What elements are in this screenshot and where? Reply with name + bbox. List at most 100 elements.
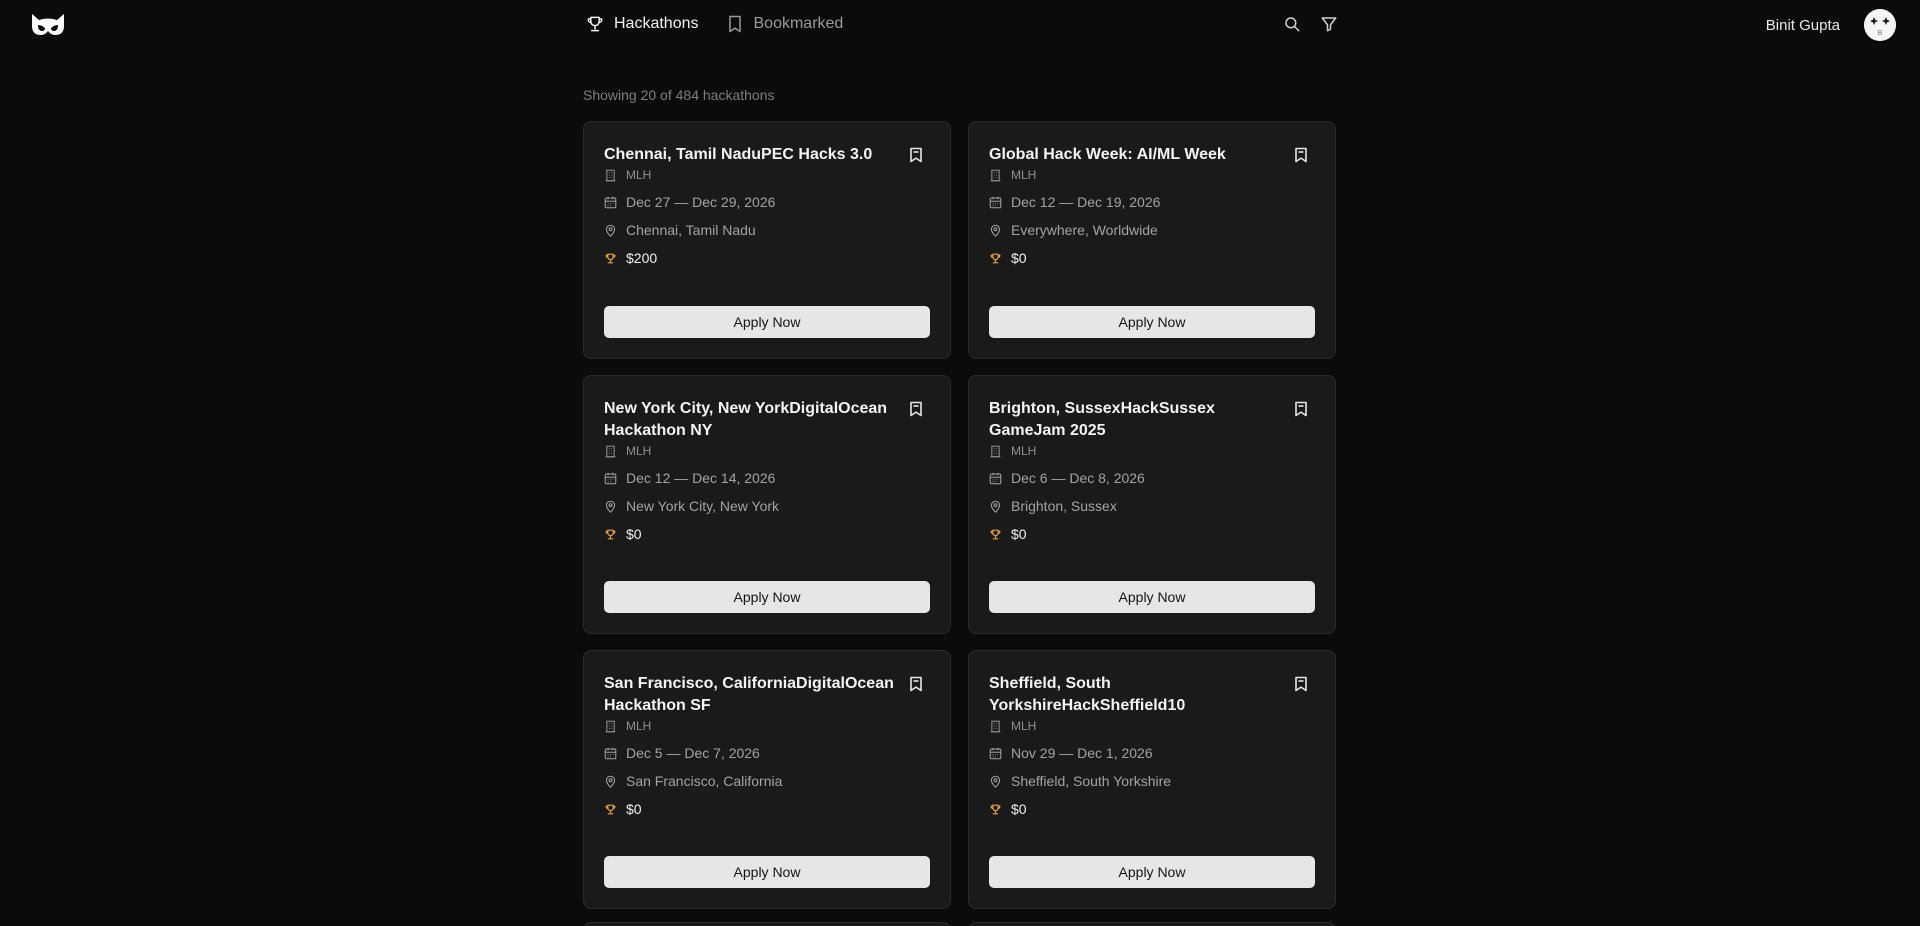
calendar-icon (989, 472, 1002, 484)
map-pin-icon (990, 500, 1001, 513)
location-text: Brighton, Sussex (1011, 498, 1117, 514)
location-text: Everywhere, Worldwide (1011, 222, 1158, 238)
map-pin-icon (605, 500, 616, 513)
prize-amount: $0 (1011, 801, 1027, 817)
nav-hackathons[interactable]: Hackathons (585, 14, 699, 34)
date-range: Dec 6 — Dec 8, 2026 (1011, 470, 1145, 486)
prize-row: $200 (604, 250, 930, 266)
hackathon-title[interactable]: Chennai, Tamil NaduPEC Hacks 3.0 (604, 144, 894, 166)
location-row: Sheffield, South Yorkshire (989, 773, 1315, 789)
hackathon-title[interactable]: New York City, New YorkDigitalOcean Hack… (604, 398, 894, 442)
prize-amount: $0 (1011, 526, 1027, 542)
map-pin-icon (990, 775, 1001, 788)
apply-now-button[interactable]: Apply Now (604, 856, 930, 888)
hackathon-title[interactable]: Brighton, SussexHackSussex GameJam 2025 (989, 398, 1279, 442)
calendar-icon (604, 747, 617, 759)
trophy-icon (605, 804, 616, 814)
apply-now-button[interactable]: Apply Now (989, 581, 1315, 613)
organizer-row: MLH (989, 719, 1315, 733)
hackathon-title[interactable]: Global Hack Week: AI/ML Week (989, 144, 1279, 166)
prize-row: $0 (604, 526, 930, 542)
hackathon-title[interactable]: Sheffield, South YorkshireHackSheffield1… (989, 673, 1279, 717)
location-row: Chennai, Tamil Nadu (604, 222, 930, 238)
organizer-label: MLH (626, 168, 652, 182)
calendar-icon (604, 196, 617, 208)
bookmark-icon[interactable] (909, 401, 923, 417)
search-icon[interactable] (1283, 15, 1301, 33)
hackathon-card: Sheffield, South YorkshireHackSheffield1… (968, 650, 1336, 909)
calendar-icon (989, 747, 1002, 759)
building-icon (605, 445, 616, 457)
prize-amount: $0 (626, 801, 642, 817)
filter-icon[interactable] (1320, 15, 1338, 33)
trophy-icon (990, 253, 1001, 263)
apply-now-button[interactable]: Apply Now (989, 856, 1315, 888)
bookmark-icon[interactable] (909, 676, 923, 692)
organizer-label: MLH (1011, 719, 1037, 733)
location-row: Everywhere, Worldwide (989, 222, 1315, 238)
avatar-letter: B (1878, 30, 1883, 37)
location-text: Chennai, Tamil Nadu (626, 222, 756, 238)
organizer-row: MLH (604, 719, 930, 733)
location-row: New York City, New York (604, 498, 930, 514)
next-card-peek (583, 922, 951, 926)
hackathon-grid: Chennai, Tamil NaduPEC Hacks 3.0 MLH Dec… (583, 121, 1338, 909)
prize-row: $0 (989, 801, 1315, 817)
nav-bookmarked-label: Bookmarked (753, 15, 844, 32)
date-range: Dec 12 — Dec 14, 2026 (626, 470, 776, 486)
top-bar: Hackathons Bookmarked Binit Gupta B (0, 0, 1920, 52)
user-name: Binit Gupta (1765, 17, 1840, 34)
trophy-icon (990, 804, 1001, 814)
location-row: Brighton, Sussex (989, 498, 1315, 514)
hackathon-card: Brighton, SussexHackSussex GameJam 2025 … (968, 375, 1336, 634)
apply-now-button[interactable]: Apply Now (604, 306, 930, 338)
trophy-icon (990, 529, 1001, 539)
main-nav: Hackathons Bookmarked (585, 14, 843, 34)
apply-now-button[interactable]: Apply Now (989, 306, 1315, 338)
date-range: Dec 27 — Dec 29, 2026 (626, 194, 776, 210)
bookmark-icon[interactable] (1294, 676, 1308, 692)
trophy-icon (605, 529, 616, 539)
bookmark-icon[interactable] (1294, 401, 1308, 417)
calendar-icon (989, 196, 1002, 208)
hackathon-card: San Francisco, CaliforniaDigitalOcean Ha… (583, 650, 951, 909)
location-row: San Francisco, California (604, 773, 930, 789)
prize-row: $0 (604, 801, 930, 817)
bookmark-icon[interactable] (909, 147, 923, 163)
location-text: New York City, New York (626, 498, 780, 514)
organizer-row: MLH (989, 444, 1315, 458)
date-range: Nov 29 — Dec 1, 2026 (1011, 745, 1153, 761)
building-icon (990, 720, 1001, 732)
building-icon (605, 169, 616, 181)
next-card-peek (968, 922, 1336, 926)
organizer-label: MLH (1011, 168, 1037, 182)
location-text: San Francisco, California (626, 773, 783, 789)
results-count: Showing 20 of 484 hackathons (583, 87, 775, 103)
nav-hackathons-label: Hackathons (614, 15, 699, 32)
date-row: Dec 27 — Dec 29, 2026 (604, 194, 930, 210)
date-range: Dec 5 — Dec 7, 2026 (626, 745, 760, 761)
organizer-row: MLH (604, 444, 930, 458)
nav-bookmarked[interactable]: Bookmarked (725, 14, 844, 34)
trophy-icon (587, 16, 603, 32)
hackathon-card: Global Hack Week: AI/ML Week MLH Dec 12 … (968, 121, 1336, 359)
date-row: Dec 12 — Dec 14, 2026 (604, 470, 930, 486)
apply-now-button[interactable]: Apply Now (604, 581, 930, 613)
bookmark-icon (728, 15, 741, 33)
date-range: Dec 12 — Dec 19, 2026 (1011, 194, 1161, 210)
organizer-row: MLH (989, 168, 1315, 182)
building-icon (990, 169, 1001, 181)
date-row: Dec 5 — Dec 7, 2026 (604, 745, 930, 761)
mask-logo-icon[interactable] (30, 13, 66, 37)
avatar[interactable]: B (1864, 9, 1896, 41)
hackathon-card: Chennai, Tamil NaduPEC Hacks 3.0 MLH Dec… (583, 121, 951, 359)
location-text: Sheffield, South Yorkshire (1011, 773, 1172, 789)
prize-row: $0 (989, 250, 1315, 266)
map-pin-icon (605, 224, 616, 237)
hackathon-title[interactable]: San Francisco, CaliforniaDigitalOcean Ha… (604, 673, 894, 717)
bookmark-icon[interactable] (1294, 147, 1308, 163)
building-icon (605, 720, 616, 732)
hackathon-card: New York City, New YorkDigitalOcean Hack… (583, 375, 951, 634)
date-row: Nov 29 — Dec 1, 2026 (989, 745, 1315, 761)
prize-amount: $0 (626, 526, 642, 542)
